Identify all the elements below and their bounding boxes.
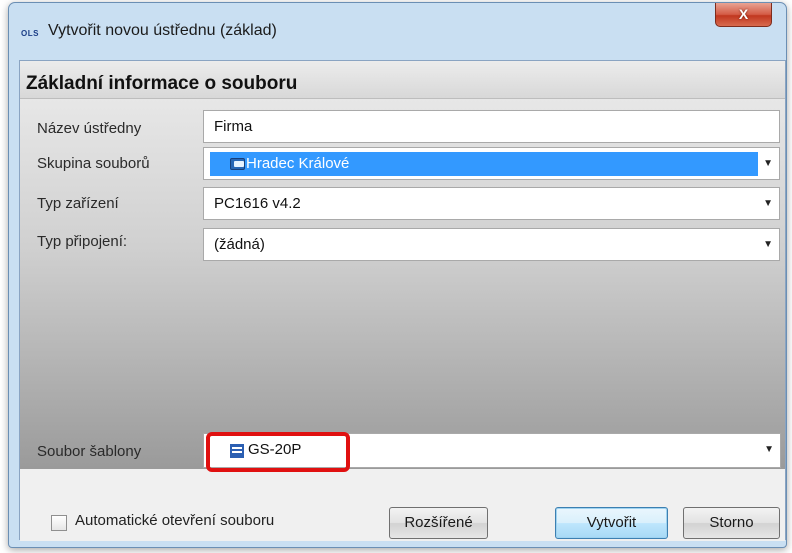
connection-value: (žádná) <box>214 236 265 253</box>
close-button[interactable]: X <box>715 3 772 27</box>
template-highlight <box>206 432 350 472</box>
group-select[interactable]: Hradec Králové ▼ <box>203 147 780 180</box>
group-label: Skupina souborů <box>37 155 150 172</box>
group-selected-item: Hradec Králové <box>210 152 758 176</box>
device-select[interactable]: PC1616 v4.2 ▼ <box>203 187 780 220</box>
folder-icon <box>230 158 245 170</box>
chevron-down-icon[interactable]: ▼ <box>763 148 773 179</box>
section-title: Základní informace o souboru <box>26 73 298 94</box>
auto-open-label[interactable]: Automatické otevření souboru <box>75 512 274 529</box>
cancel-button[interactable]: Storno <box>683 507 780 539</box>
chevron-down-icon[interactable]: ▼ <box>763 229 773 260</box>
name-label: Název ústředny <box>37 120 142 137</box>
connection-label: Typ připojení: <box>37 233 128 250</box>
device-label: Typ zařízení <box>37 195 119 212</box>
name-value: Firma <box>214 118 253 135</box>
dialog-title: Vytvořit novou ústřednu (základ) <box>48 22 277 39</box>
chevron-down-icon[interactable]: ▼ <box>764 434 774 465</box>
dialog-client-area: Základní informace o souboru Název ústře… <box>19 60 786 541</box>
group-value: Hradec Králové <box>246 155 350 172</box>
name-input[interactable]: Firma <box>203 110 780 143</box>
chevron-down-icon[interactable]: ▼ <box>763 188 773 219</box>
create-button[interactable]: Vytvořit <box>555 507 668 539</box>
connection-select[interactable]: (žádná) ▼ <box>203 228 780 261</box>
title-bar[interactable]: OLS Vytvořit novou ústřednu (základ) X <box>9 3 786 61</box>
device-value: PC1616 v4.2 <box>214 195 301 212</box>
advanced-button[interactable]: Rozšířené <box>389 507 488 539</box>
auto-open-checkbox[interactable] <box>51 515 67 531</box>
section-header: Základní informace o souboru <box>20 61 785 99</box>
app-icon: OLS <box>21 29 39 38</box>
dialog-window: OLS Vytvořit novou ústřednu (základ) X Z… <box>8 2 787 548</box>
template-label: Soubor šablony <box>37 443 142 460</box>
form-panel: Název ústředny Firma Skupina souborů Hra… <box>20 99 785 469</box>
